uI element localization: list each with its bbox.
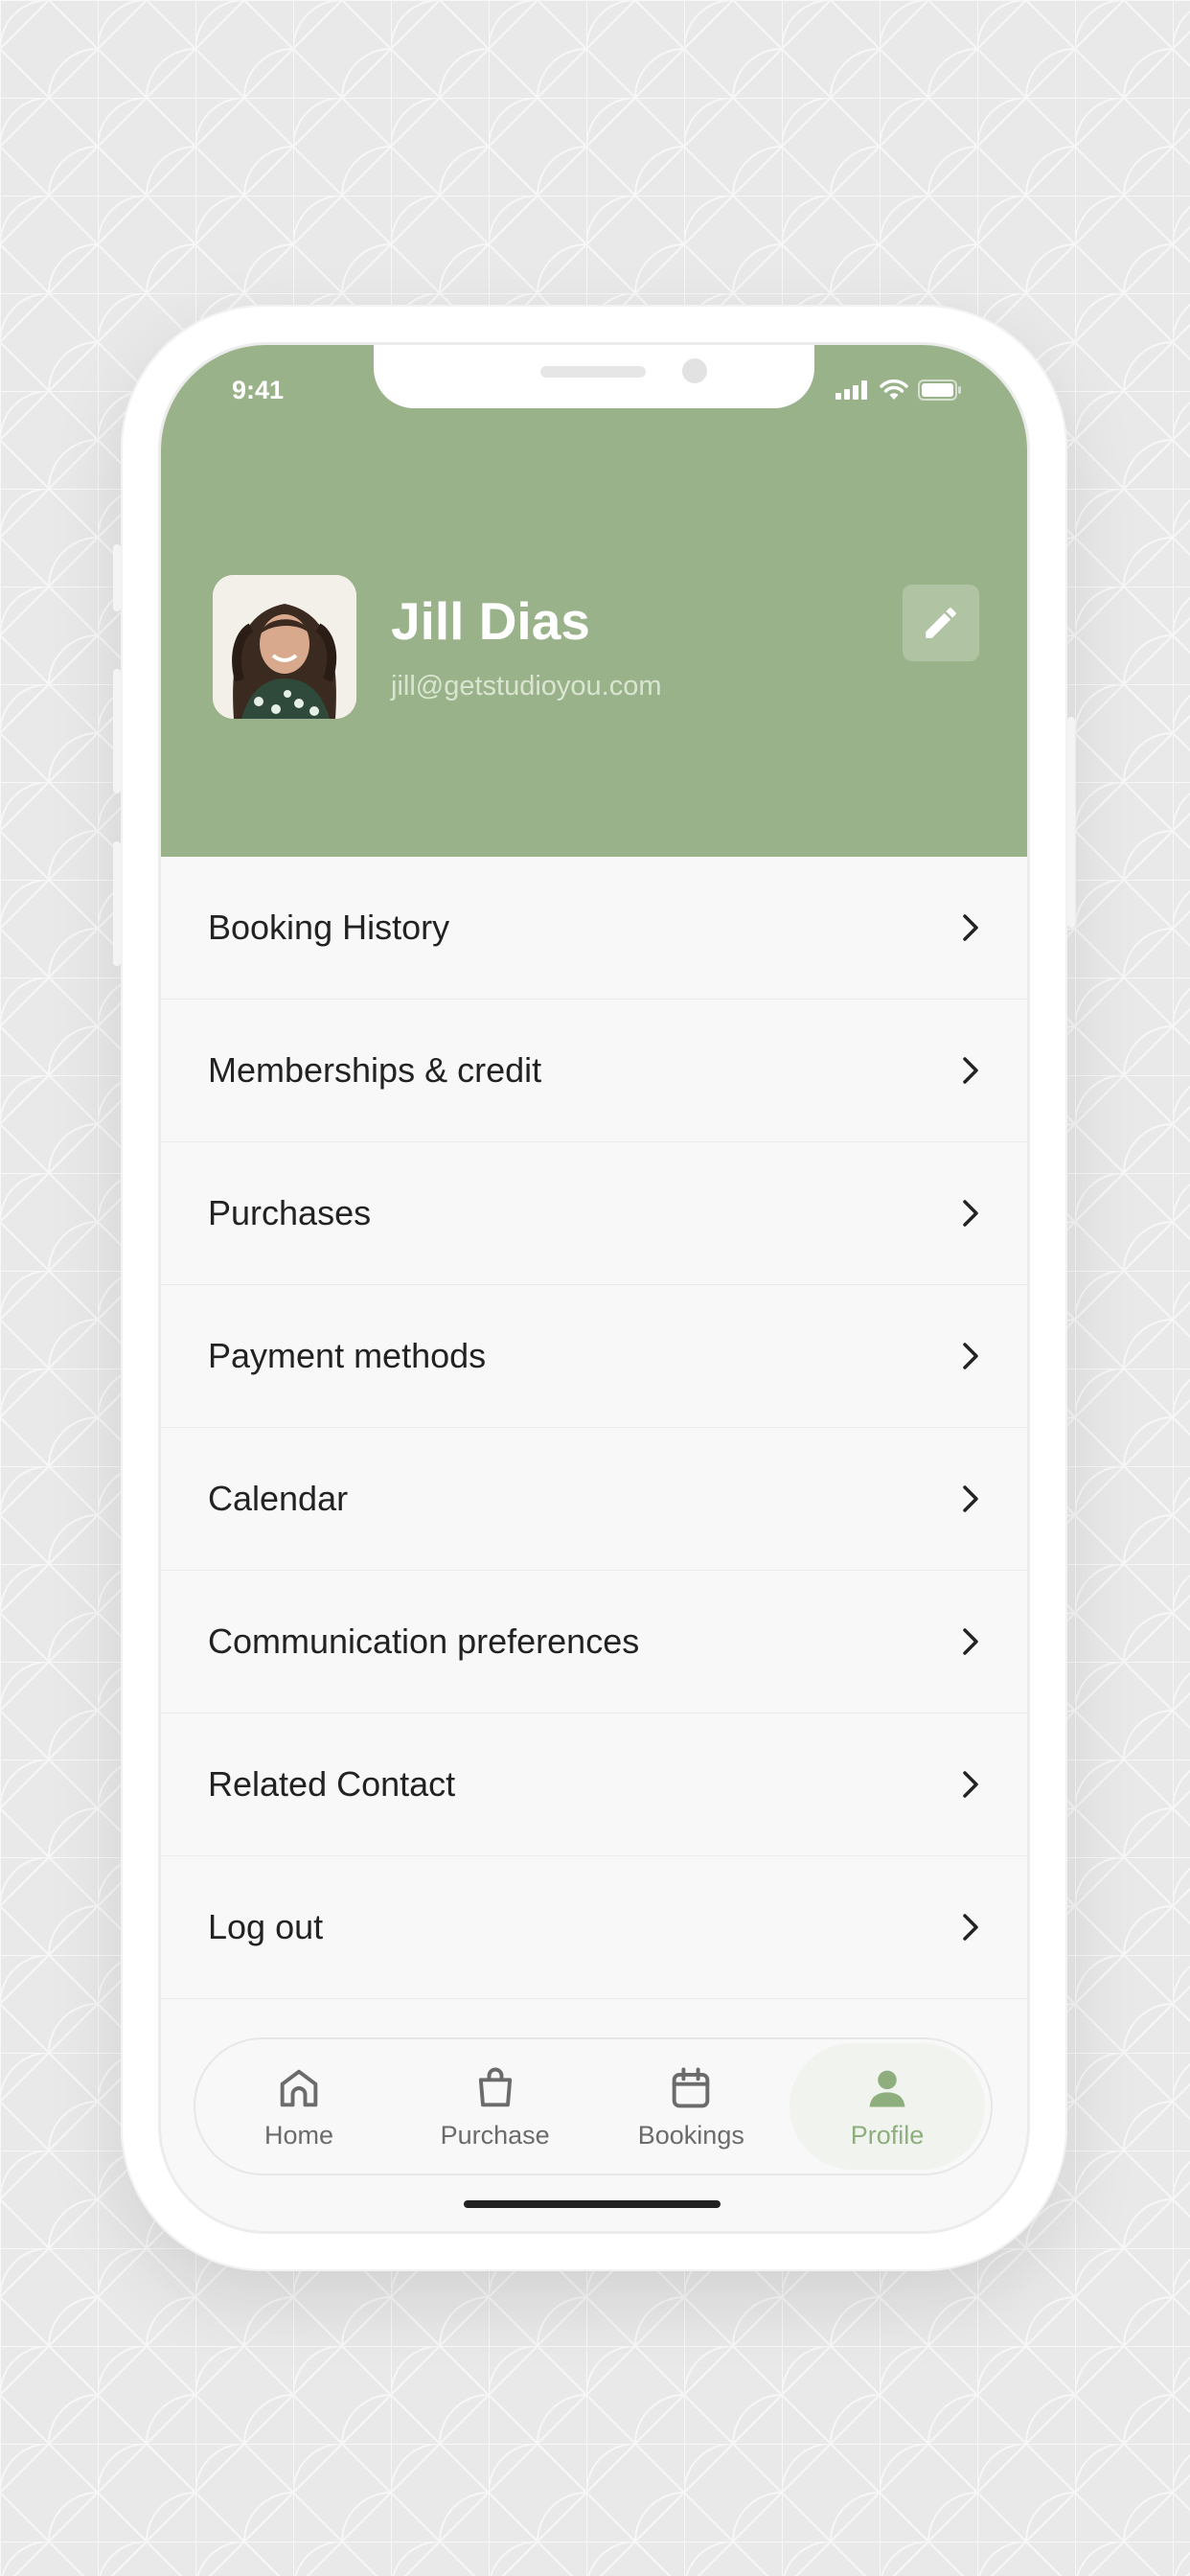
wifi-icon bbox=[880, 380, 908, 400]
menu-item-related-contact[interactable]: Related Contact bbox=[161, 1714, 1027, 1856]
tab-label: Home bbox=[263, 2120, 334, 2150]
chevron-right-icon bbox=[963, 1485, 978, 1512]
phone-volume-down bbox=[113, 841, 121, 966]
bottom-tab-bar: Home Purchase Bookings Profile bbox=[194, 2037, 993, 2175]
notch bbox=[374, 345, 814, 408]
phone-frame: 9:41 Jill Dias jill@getstudioyou.com Boo… bbox=[113, 305, 1075, 2271]
speaker bbox=[540, 366, 646, 378]
chevron-right-icon bbox=[963, 1771, 978, 1798]
tab-profile[interactable]: Profile bbox=[789, 2043, 985, 2170]
tab-label: Bookings bbox=[637, 2120, 744, 2150]
avatar-photo bbox=[213, 575, 356, 719]
edit-profile-button[interactable] bbox=[903, 585, 979, 661]
phone-volume-up bbox=[113, 669, 121, 794]
home-icon bbox=[280, 2069, 318, 2106]
chevron-right-icon bbox=[963, 1200, 978, 1227]
menu-item-label: Log out bbox=[208, 1907, 324, 1946]
tab-bookings[interactable]: Bookings bbox=[593, 2043, 789, 2170]
menu-item-label: Related Contact bbox=[208, 1764, 456, 1804]
menu-item-label: Payment methods bbox=[208, 1336, 487, 1375]
chevron-right-icon bbox=[963, 1914, 978, 1941]
battery-icon bbox=[918, 380, 961, 401]
menu-item-label: Calendar bbox=[208, 1479, 349, 1518]
status-time: 9:41 bbox=[232, 376, 285, 404]
chevron-right-icon bbox=[963, 914, 978, 941]
home-indicator[interactable] bbox=[464, 2200, 721, 2208]
chevron-right-icon bbox=[963, 1343, 978, 1369]
front-camera bbox=[682, 358, 707, 383]
menu-item-purchases[interactable]: Purchases bbox=[161, 1142, 1027, 1285]
tab-label: Profile bbox=[850, 2120, 925, 2150]
menu-item-label: Communication preferences bbox=[208, 1622, 640, 1661]
pencil-icon bbox=[926, 608, 956, 638]
user-name: Jill Dias bbox=[391, 591, 590, 651]
status-icons bbox=[835, 380, 962, 401]
tab-purchase[interactable]: Purchase bbox=[398, 2043, 593, 2170]
menu-item-booking-history[interactable]: Booking History bbox=[161, 857, 1027, 1000]
tab-label: Purchase bbox=[440, 2120, 550, 2150]
cellular-signal-icon bbox=[835, 380, 867, 400]
menu-item-label: Purchases bbox=[208, 1193, 372, 1232]
tab-home[interactable]: Home bbox=[201, 2043, 397, 2170]
phone-side-button bbox=[113, 544, 121, 611]
menu-item-payment-methods[interactable]: Payment methods bbox=[161, 1285, 1027, 1428]
profile-menu: Booking History Memberships & credit Pur… bbox=[161, 857, 1027, 1999]
phone-power-button bbox=[1067, 717, 1075, 928]
screen: 9:41 Jill Dias jill@getstudioyou.com Boo… bbox=[161, 345, 1027, 2231]
user-icon bbox=[869, 2070, 905, 2106]
menu-item-label: Booking History bbox=[208, 908, 450, 947]
chevron-right-icon bbox=[963, 1628, 978, 1655]
shopping-bag-icon bbox=[478, 2067, 512, 2106]
menu-item-communication-preferences[interactable]: Communication preferences bbox=[161, 1571, 1027, 1714]
avatar bbox=[213, 575, 356, 719]
menu-item-memberships[interactable]: Memberships & credit bbox=[161, 1000, 1027, 1142]
profile-header: 9:41 Jill Dias jill@getstudioyou.com bbox=[161, 345, 1027, 857]
chevron-right-icon bbox=[963, 1057, 978, 1084]
calendar-icon bbox=[673, 2067, 710, 2107]
menu-item-label: Memberships & credit bbox=[208, 1050, 542, 1090]
menu-item-calendar[interactable]: Calendar bbox=[161, 1428, 1027, 1571]
user-email: jill@getstudioyou.com bbox=[391, 671, 662, 702]
menu-item-log-out[interactable]: Log out bbox=[161, 1856, 1027, 1999]
